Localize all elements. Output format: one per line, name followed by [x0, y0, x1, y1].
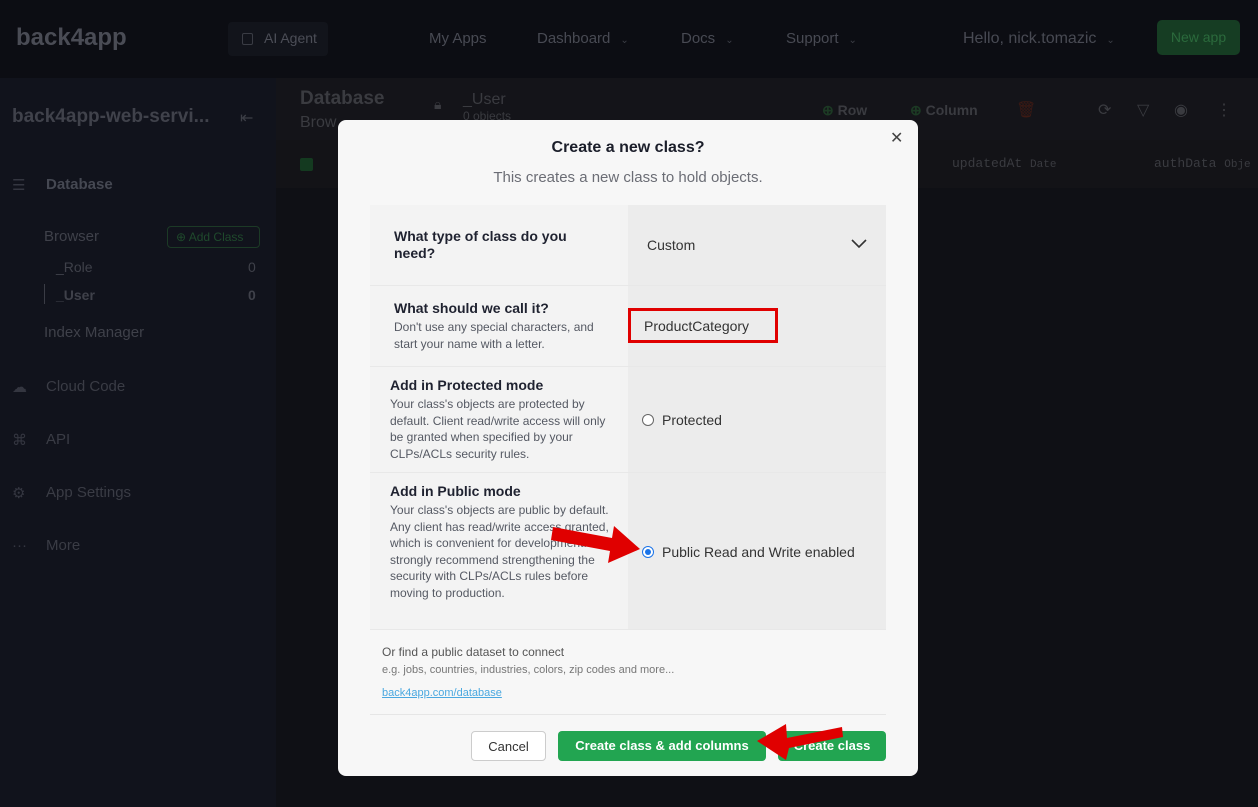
column-name: updatedAt	[952, 156, 1023, 171]
protected-mode-description: Your class's objects are protected by de…	[390, 397, 606, 461]
column-header[interactable]: authData Obje	[1154, 156, 1251, 171]
ai-agent-label: AI Agent	[264, 30, 317, 46]
footer-divider	[370, 714, 886, 715]
class-count: 0	[248, 259, 256, 275]
protected-option-label: Protected	[662, 412, 722, 428]
section-subtitle: Brow	[300, 114, 337, 131]
chevron-down-icon: ⌄	[620, 35, 629, 46]
gear-icon: ⚙	[12, 485, 26, 502]
nav-dashboard[interactable]: Dashboard ⌄	[537, 30, 629, 47]
sidebar-item-index-manager[interactable]: Index Manager	[44, 324, 144, 341]
column-name: authData	[1154, 156, 1217, 171]
class-type-label: What type of class do you need?	[394, 228, 567, 261]
class-name-value: ProductCategory	[644, 318, 750, 334]
class-item-user[interactable]: _User	[56, 287, 95, 303]
create-class-button[interactable]: Create class	[778, 731, 886, 761]
public-mode-label: Add in Public mode	[390, 483, 521, 499]
class-item-role[interactable]: _Role	[56, 259, 93, 275]
add-class-button[interactable]: ⊕ Add Class	[167, 226, 260, 248]
sidebar-item-api[interactable]: API	[46, 431, 70, 448]
class-count: 0	[248, 287, 256, 303]
cancel-button[interactable]: Cancel	[471, 731, 546, 761]
dialog-subtitle: This creates a new class to hold objects…	[493, 169, 763, 186]
column-type: Date	[1030, 159, 1057, 171]
dataset-link[interactable]: back4app.com/database	[382, 687, 502, 699]
protected-mode-label: Add in Protected mode	[390, 377, 544, 393]
class-name-label: What should we call it?	[394, 300, 549, 316]
eye-icon[interactable]: ◉	[1174, 100, 1188, 120]
robot-icon	[242, 33, 253, 45]
chevron-down-icon: ⌄	[725, 35, 734, 46]
trash-icon[interactable]: 🗑︎	[1016, 100, 1036, 120]
dataset-description: e.g. jobs, countries, industries, colors…	[382, 664, 675, 676]
dataset-title: Or find a public dataset to connect	[382, 645, 565, 659]
chevron-down-icon	[851, 239, 867, 249]
sidebar-item-browser[interactable]: Browser	[44, 228, 99, 245]
class-name-hint: Don't use any special characters, and st…	[394, 320, 594, 351]
logo[interactable]: back4app	[16, 24, 127, 52]
class-name-input[interactable]: ProductCategory	[628, 308, 778, 343]
public-radio-option[interactable]: Public Read and Write enabled	[642, 544, 855, 560]
sidebar-item-more[interactable]: More	[46, 537, 80, 554]
plus-circle-icon: ⊕	[910, 102, 922, 118]
add-row-label: Row	[837, 102, 868, 118]
chevron-down-icon: ⌄	[848, 35, 857, 46]
close-icon[interactable]: ✕	[890, 128, 903, 148]
select-all-checkbox[interactable]	[300, 158, 313, 171]
nav-docs[interactable]: Docs ⌄	[681, 30, 734, 47]
more-vertical-icon[interactable]: ⋮	[1216, 100, 1232, 120]
user-greeting: Hello, nick.tomazic	[963, 30, 1097, 47]
public-mode-row: Add in Public mode Your class's objects …	[370, 473, 886, 630]
nav-support[interactable]: Support ⌄	[786, 30, 857, 47]
sidebar: back4app-web-servi... ⇤ ☰ Database Brows…	[0, 78, 276, 807]
cloud-code-icon: ☁	[12, 379, 27, 396]
nav-label: Dashboard	[537, 30, 611, 47]
chevron-down-icon: ⌄	[1106, 35, 1115, 46]
nav-label: Support	[786, 30, 839, 47]
class-type-row: What type of class do you need? Custom	[370, 205, 886, 286]
public-radio-selected[interactable]	[642, 546, 654, 558]
protected-radio-option[interactable]: Protected	[642, 412, 722, 428]
create-class-add-columns-button[interactable]: Create class & add columns	[558, 731, 766, 761]
add-class-label: Add Class	[188, 230, 244, 244]
new-app-button[interactable]: New app	[1157, 20, 1240, 55]
user-menu[interactable]: Hello, nick.tomazic ⌄	[963, 30, 1115, 48]
column-header[interactable]: updatedAt Date	[952, 156, 1056, 171]
api-icon: ⌘	[12, 432, 27, 449]
lock-icon: 🔒︎	[434, 96, 442, 112]
protected-radio[interactable]	[642, 414, 654, 426]
nav-label: Docs	[681, 30, 716, 47]
class-name-row: What should we call it? Don't use any sp…	[370, 286, 886, 367]
public-option-label: Public Read and Write enabled	[662, 544, 855, 560]
class-type-value: Custom	[647, 237, 696, 253]
dialog-title: Create a new class?	[551, 139, 705, 156]
more-icon: ···	[12, 537, 27, 554]
database-icon: ☰	[12, 177, 26, 194]
sidebar-item-app-settings[interactable]: App Settings	[46, 484, 131, 501]
collapse-sidebar-icon[interactable]: ⇤	[240, 108, 253, 128]
top-navbar: back4app AI Agent My Apps Dashboard ⌄ Doc…	[0, 0, 1258, 78]
create-class-dialog: Create a new class? This creates a new c…	[338, 120, 918, 776]
active-indicator	[44, 284, 45, 304]
add-row-button[interactable]: ⊕ Row	[822, 102, 867, 119]
refresh-icon[interactable]: ⟳	[1098, 100, 1111, 120]
class-type-select[interactable]: Custom	[628, 205, 886, 286]
sidebar-item-database[interactable]: Database	[46, 176, 113, 193]
class-title: _User	[463, 91, 506, 108]
plus-circle-icon: ⊕	[822, 102, 834, 118]
protected-mode-row: Add in Protected mode Your class's objec…	[370, 367, 886, 473]
add-column-button[interactable]: ⊕ Column	[910, 102, 978, 119]
column-type: Obje	[1224, 159, 1251, 171]
public-mode-description: Your class's objects are public by defau…	[390, 503, 609, 600]
sidebar-item-cloud-code[interactable]: Cloud Code	[46, 378, 125, 395]
app-name: back4app-web-servi...	[12, 106, 210, 127]
add-column-label: Column	[925, 102, 978, 118]
filter-icon[interactable]: ▽	[1137, 100, 1149, 120]
ai-agent-button[interactable]: AI Agent	[228, 22, 328, 56]
nav-my-apps[interactable]: My Apps	[429, 30, 487, 47]
section-title: Database	[300, 88, 385, 109]
